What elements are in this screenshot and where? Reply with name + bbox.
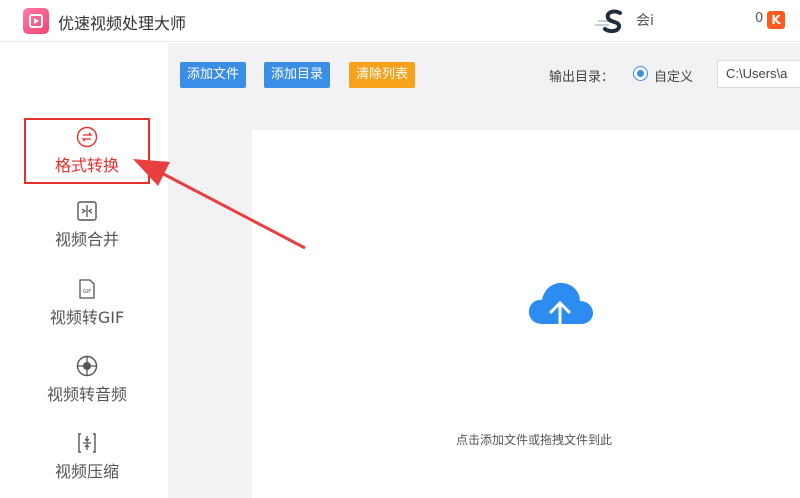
add-directory-button[interactable]: 添加目录	[264, 62, 331, 88]
sidebar-item-label: 视频转GIF	[49, 308, 125, 327]
gif-icon: GIF	[79, 279, 95, 299]
custom-radio-label[interactable]: 自定义	[654, 66, 693, 85]
user-logo-icon[interactable]	[592, 7, 626, 35]
svg-text:GIF: GIF	[83, 289, 91, 295]
sidebar-item-label: 视频压缩	[54, 462, 119, 481]
sidebar-item-video-merge[interactable]: 视频合并	[24, 200, 150, 266]
add-file-button[interactable]: 添加文件	[180, 62, 247, 88]
audio-icon	[76, 355, 98, 377]
sidebar-item-label: 视频转音频	[46, 385, 127, 404]
sidebar: 格式转换 视频合并 GIF 视频转GIF 视频转音频 视频压缩	[0, 43, 168, 498]
sidebar-item-format-convert[interactable]: 格式转换	[24, 118, 150, 184]
output-path-field[interactable]: C:\Users\a	[717, 60, 800, 88]
cloud-upload-icon[interactable]	[526, 276, 594, 334]
compress-icon	[78, 433, 96, 453]
coin-count: 0	[755, 11, 764, 26]
user-name[interactable]: 会i	[636, 10, 654, 30]
sidebar-item-video-to-audio[interactable]: 视频转音频	[24, 355, 150, 421]
sidebar-item-video-to-gif[interactable]: GIF 视频转GIF	[24, 278, 150, 344]
merge-icon	[77, 201, 97, 221]
title-bar: 优速视频处理大师 会i 0 K	[0, 0, 800, 42]
output-dir-label: 输出目录：	[549, 70, 615, 85]
app-title: 优速视频处理大师	[58, 14, 187, 33]
app-logo-icon	[23, 8, 49, 34]
custom-radio[interactable]	[633, 66, 648, 81]
drop-hint-text: 点击添加文件或拖拽文件到此	[456, 433, 613, 447]
sidebar-item-video-compress[interactable]: 视频压缩	[24, 432, 150, 498]
sidebar-item-label: 视频合并	[54, 230, 119, 249]
coin-icon[interactable]: K	[767, 11, 785, 29]
convert-icon	[76, 126, 98, 148]
clear-list-button[interactable]: 清除列表	[349, 62, 416, 88]
sidebar-item-label: 格式转换	[54, 156, 119, 175]
main-panel: 添加文件 添加目录 清除列表 输出目录： 自定义 C:\Users\a 点击添加…	[168, 43, 800, 498]
